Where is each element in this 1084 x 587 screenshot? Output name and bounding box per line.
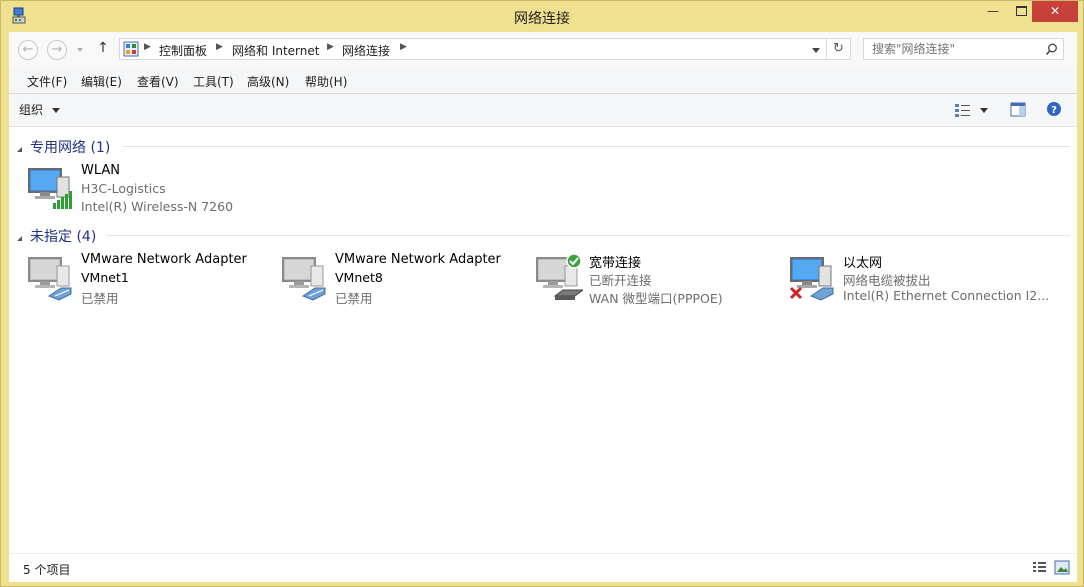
breadcrumb-network-connections[interactable]: 网络连接 (342, 42, 390, 59)
window-title: 网络连接 (514, 11, 570, 27)
ethernet-adapter-disabled-icon (28, 257, 72, 301)
up-button[interactable]: ↑ (95, 40, 111, 60)
view-options-icon (955, 104, 970, 117)
address-bar[interactable]: ▶ 控制面板 ▶ 网络和 Internet ▶ 网络连接 ▶ (119, 38, 827, 60)
connection-name: VMware Network Adapter (335, 252, 501, 267)
navigation-bar: ← → ↑ ▶ 控制面板 ▶ 网络和 Internet ▶ 网络连接 ▶ ↻ 搜… (9, 32, 1077, 68)
organize-label: 组织 (19, 103, 44, 117)
organize-button[interactable]: 组织 (19, 101, 60, 119)
breadcrumb-separator-icon[interactable]: ▶ (400, 42, 407, 52)
collapse-triangle-icon (17, 231, 22, 241)
menu-file[interactable]: 文件(F) (27, 73, 67, 90)
breadcrumb-separator-icon[interactable]: ▶ (216, 42, 223, 52)
connection-status: VMnet8 (335, 270, 383, 285)
address-dropdown-button[interactable] (810, 45, 822, 57)
list-item-ethernet[interactable]: 以太网 网络电缆被拔出 Intel(R) Ethernet Connection… (787, 252, 1049, 303)
group-header-unspecified[interactable]: 未指定 (4) (15, 224, 1070, 245)
breadcrumb-separator-icon[interactable]: ▶ (144, 42, 151, 52)
refresh-button[interactable]: ↻ (827, 38, 851, 60)
connection-status: 已断开连接 (589, 273, 652, 288)
chevron-down-icon (51, 108, 60, 113)
close-button[interactable]: ✕ (1032, 1, 1078, 22)
content-area: 专用网络 (1) WLAN H3C-Logistics Intel(R) Wir… (9, 127, 1077, 553)
breadcrumb-network-internet[interactable]: 网络和 Internet (232, 42, 319, 59)
maximize-icon (1015, 6, 1027, 16)
close-icon: ✕ (1049, 4, 1061, 18)
back-button[interactable]: ← (18, 40, 38, 60)
preview-pane-icon[interactable] (1010, 102, 1026, 117)
svg-text:?: ? (1051, 105, 1057, 116)
group-divider (107, 235, 1070, 236)
connection-device: WAN 微型端口(PPPOE) (589, 291, 723, 306)
recent-locations-dropdown[interactable] (76, 43, 86, 57)
breadcrumb-control-panel[interactable]: 控制面板 (159, 42, 207, 59)
broadband-connection-icon (536, 253, 583, 300)
connection-name: WLAN (81, 163, 121, 178)
chevron-down-icon (980, 108, 988, 113)
chevron-down-icon (812, 48, 820, 53)
refresh-icon: ↻ (833, 41, 844, 56)
item-count: 5 个项目 (23, 563, 71, 577)
connection-status: 网络电缆被拔出 (843, 273, 931, 288)
connection-device: Intel(R) Ethernet Connection I2... (843, 288, 1050, 303)
menu-edit[interactable]: 编辑(E) (81, 73, 122, 90)
arrow-right-icon: → (51, 42, 63, 57)
ethernet-adapter-disabled-icon (282, 257, 326, 301)
large-icons-view-icon[interactable] (1054, 560, 1070, 575)
search-icon[interactable] (1045, 43, 1058, 56)
menu-view[interactable]: 查看(V) (137, 73, 179, 90)
search-input[interactable] (864, 39, 1042, 59)
list-item-wlan[interactable]: WLAN H3C-Logistics Intel(R) Wireless-N 7… (25, 163, 275, 214)
connection-name: 以太网 (843, 256, 883, 271)
connection-device: 已禁用 (335, 291, 373, 306)
control-panel-icon (123, 41, 139, 57)
status-bar: 5 个项目 (9, 553, 1077, 582)
group-divider (123, 146, 1070, 147)
forward-button[interactable]: → (47, 40, 67, 60)
menu-tools[interactable]: 工具(T) (193, 73, 234, 90)
command-bar: 组织 ? (9, 94, 1077, 127)
menu-bar: 文件(F) 编辑(E) 查看(V) 工具(T) 高级(N) 帮助(H) (9, 68, 1077, 94)
group-header-private[interactable]: 专用网络 (1) (15, 135, 1070, 156)
ethernet-unplugged-icon (789, 257, 834, 301)
breadcrumb-separator-icon[interactable]: ▶ (327, 42, 334, 52)
list-item-vmnet1[interactable]: VMware Network Adapter VMnet1 已禁用 (25, 252, 275, 306)
title-bar[interactable]: 网络连接 — ✕ (1, 1, 1083, 31)
minimize-icon: — (987, 4, 999, 18)
menu-help[interactable]: 帮助(H) (305, 73, 347, 90)
connection-status: VMnet1 (81, 270, 129, 285)
list-item-broadband[interactable]: 宽带连接 已断开连接 WAN 微型端口(PPPOE) (533, 252, 783, 306)
window: 网络连接 — ✕ ← → ↑ ▶ 控制面板 ▶ 网络和 Internet ▶ 网… (0, 0, 1084, 587)
connection-name: VMware Network Adapter (81, 252, 247, 267)
details-view-icon[interactable] (1032, 561, 1047, 574)
menu-advanced[interactable]: 高级(N) (247, 73, 289, 90)
arrow-up-icon: ↑ (97, 40, 109, 56)
change-view-button[interactable] (954, 102, 990, 118)
wireless-network-icon (28, 168, 72, 209)
group-title-unspecified: 未指定 (4) (30, 229, 97, 245)
connection-name: 宽带连接 (589, 256, 642, 271)
connection-device: 已禁用 (81, 291, 119, 306)
search-box[interactable] (863, 38, 1064, 60)
help-icon[interactable]: ? (1046, 101, 1062, 117)
connection-status: H3C-Logistics (81, 181, 166, 196)
arrow-left-icon: ← (22, 42, 34, 57)
chevron-down-icon (77, 48, 83, 52)
group-title-private: 专用网络 (1) (30, 140, 111, 156)
list-item-vmnet8[interactable]: VMware Network Adapter VMnet8 已禁用 (279, 252, 529, 306)
connection-device: Intel(R) Wireless-N 7260 (81, 199, 234, 214)
collapse-triangle-icon (17, 142, 22, 152)
